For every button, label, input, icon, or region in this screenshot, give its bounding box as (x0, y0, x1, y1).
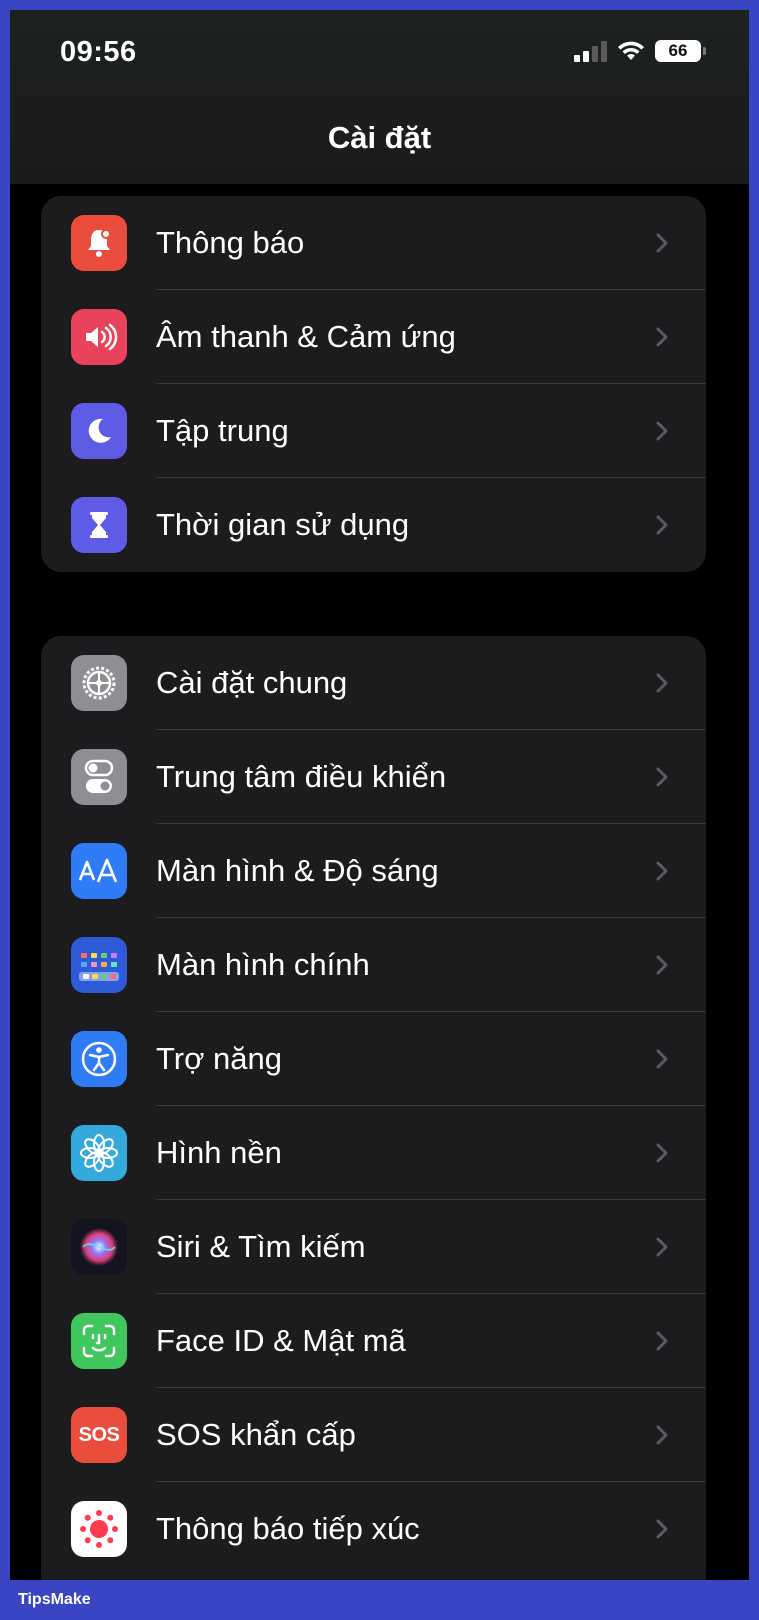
cellular-signal-icon (574, 40, 607, 62)
chevron-right-icon (656, 1143, 668, 1163)
row-sounds-haptics[interactable]: Âm thanh & Cảm ứng (41, 290, 706, 384)
row-notifications[interactable]: Thông báo (41, 196, 706, 290)
footer-brand: TipsMake (0, 1580, 759, 1620)
row-display-brightness[interactable]: Màn hình & Độ sáng (41, 824, 706, 918)
chevron-right-icon (656, 421, 668, 441)
row-label: Trợ năng (156, 1041, 283, 1076)
chevron-right-icon (656, 233, 668, 253)
chevron-right-icon (656, 1519, 668, 1539)
chevron-right-icon (656, 673, 668, 693)
chevron-right-icon (656, 1237, 668, 1257)
row-control-center[interactable]: Trung tâm điều khiển (41, 730, 706, 824)
status-icons: 66 (574, 40, 706, 62)
gear-icon (71, 655, 127, 711)
row-label: Trung tâm điều khiển (156, 759, 447, 794)
row-wallpaper[interactable]: Hình nền (41, 1106, 706, 1200)
row-label: Siri & Tìm kiếm (156, 1229, 366, 1264)
chevron-right-icon (656, 327, 668, 347)
face-id-icon (71, 1313, 127, 1369)
chevron-right-icon (656, 955, 668, 975)
status-time: 09:56 (60, 36, 137, 68)
row-label: Cài đặt chung (156, 665, 348, 700)
battery-icon: 66 (655, 40, 706, 62)
row-face-id[interactable]: Face ID & Mật mã (41, 1294, 706, 1388)
home-grid-icon (71, 937, 127, 993)
row-screen-time[interactable]: Thời gian sử dụng (41, 478, 706, 572)
accessibility-icon (71, 1031, 127, 1087)
settings-screen: 09:56 66 Cài đặt Thông báo Âm thanh & Cả… (10, 10, 749, 1580)
row-label: Thông báo tiếp xúc (156, 1511, 420, 1546)
row-label: Hình nền (156, 1135, 282, 1170)
settings-group-1: Thông báo Âm thanh & Cảm ứng Tập trung T… (41, 196, 706, 572)
exposure-icon (71, 1501, 127, 1557)
flower-icon (71, 1125, 127, 1181)
sos-icon: SOS (71, 1407, 127, 1463)
settings-group-2: Cài đặt chung Trung tâm điều khiển Màn h… (41, 636, 706, 1580)
row-accessibility[interactable]: Trợ năng (41, 1012, 706, 1106)
notifications-icon (71, 215, 127, 271)
chevron-right-icon (656, 767, 668, 787)
hourglass-icon (71, 497, 127, 553)
row-siri-search[interactable]: Siri & Tìm kiếm (41, 1200, 706, 1294)
row-home-screen[interactable]: Màn hình chính (41, 918, 706, 1012)
row-label: Màn hình & Độ sáng (156, 853, 439, 888)
siri-icon (71, 1219, 127, 1275)
chevron-right-icon (656, 1049, 668, 1069)
wifi-icon (618, 41, 644, 60)
chevron-right-icon (656, 515, 668, 535)
row-label: Thông báo (156, 225, 305, 260)
chevron-right-icon (656, 1331, 668, 1351)
text-size-icon (71, 843, 127, 899)
row-general[interactable]: Cài đặt chung (41, 636, 706, 730)
sound-icon (71, 309, 127, 365)
toggles-icon (71, 749, 127, 805)
row-label: Âm thanh & Cảm ứng (156, 319, 456, 354)
row-focus[interactable]: Tập trung (41, 384, 706, 478)
chevron-right-icon (656, 1425, 668, 1445)
row-label: Tập trung (156, 413, 289, 448)
row-label: Face ID & Mật mã (156, 1323, 406, 1358)
moon-icon (71, 403, 127, 459)
navigation-bar: 09:56 66 Cài đặt (10, 10, 749, 184)
page-title: Cài đặt (327, 120, 432, 155)
row-label: SOS khẩn cấp (156, 1417, 356, 1452)
sos-icon-text: SOS (78, 1423, 120, 1446)
row-emergency-sos[interactable]: SOS SOS khẩn cấp (41, 1388, 706, 1482)
row-label: Thời gian sử dụng (156, 507, 410, 542)
row-exposure-notifications[interactable]: Thông báo tiếp xúc (41, 1482, 706, 1576)
row-label: Màn hình chính (156, 947, 370, 982)
chevron-right-icon (656, 861, 668, 881)
